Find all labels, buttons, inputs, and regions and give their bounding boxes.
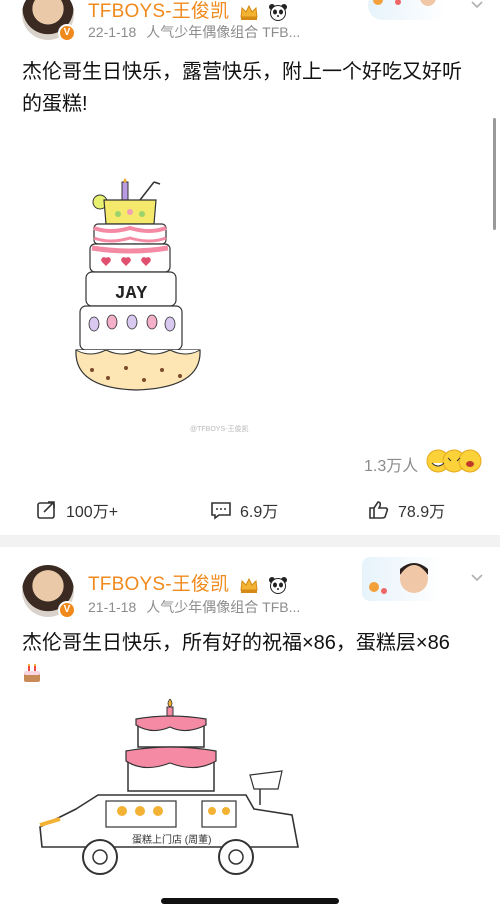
- verified-badge-icon: V: [58, 24, 76, 42]
- repost-count: 100万+: [66, 504, 119, 521]
- author-avatar[interactable]: V: [22, 565, 76, 619]
- decorative-card-badge[interactable]: [362, 557, 442, 601]
- cake-label-text: JAY: [115, 284, 148, 304]
- person-head: [135, 806, 145, 816]
- chip-dot: [106, 376, 110, 380]
- verified-badge-icon: V: [58, 601, 76, 619]
- post-text-line: 的蛋糕!: [22, 93, 88, 115]
- balloon-decor: [146, 314, 158, 330]
- scrollbar[interactable]: [493, 118, 496, 230]
- post-text-line: 杰伦哥生日快乐，露营快乐，附上一个好吃又好听: [22, 61, 462, 83]
- chevron-down-icon[interactable]: [470, 0, 484, 12]
- weibo-post: V TFBOYS-王俊凯 22-1-18 人气少年偶像组合 TFB... 杰伦哥生…: [0, 0, 500, 535]
- post-text: 杰伦哥生日快乐，所有好的祝福×86，蛋糕层×86: [22, 627, 492, 659]
- like-count: 78.9万: [398, 504, 446, 521]
- chip-dot: [160, 368, 164, 372]
- candle: [121, 181, 129, 201]
- author-name-text: TFBOYS-王俊凯: [88, 1, 230, 22]
- cake-drawing-image[interactable]: JAY: [70, 178, 210, 394]
- author-avatar[interactable]: V: [22, 0, 76, 42]
- panda-badge-icon: [269, 3, 288, 21]
- image-watermark: @TFBOYS-王俊凯: [190, 426, 249, 433]
- post-source: 人气少年偶像组合 TFB...: [146, 24, 301, 40]
- post-date: 22-1-18: [88, 24, 137, 40]
- comment-icon: [211, 502, 231, 520]
- wheel: [82, 839, 118, 875]
- crown-badge-icon: [240, 577, 258, 593]
- decor-dot: [115, 211, 121, 217]
- author-name-text: TFBOYS-王俊凯: [88, 574, 230, 595]
- wheel: [218, 839, 254, 875]
- balloon-decor: [106, 314, 118, 330]
- balloon-decor: [126, 314, 138, 330]
- author-name[interactable]: TFBOYS-王俊凯: [88, 569, 288, 596]
- chip-dot: [124, 366, 128, 370]
- crown-badge-icon: [240, 4, 258, 20]
- chip-dot: [142, 378, 146, 382]
- straw: [139, 181, 155, 201]
- balloon-decor: [88, 316, 100, 332]
- post-date: 21-1-18: [88, 599, 137, 615]
- repost-icon: [37, 501, 55, 519]
- decor-dot: [127, 209, 133, 215]
- like-summary[interactable]: 1.3万人: [364, 452, 418, 476]
- cake-base: [75, 349, 201, 391]
- truck-window: [201, 800, 237, 828]
- post-source: 人气少年偶像组合 TFB...: [146, 599, 301, 615]
- decorative-card-badge[interactable]: [368, 0, 446, 20]
- reaction-emoji-icon: [426, 449, 482, 473]
- chevron-down-icon[interactable]: [470, 571, 484, 585]
- person-head: [208, 807, 216, 815]
- decor-dot: [139, 211, 145, 217]
- post-text-line: 杰伦哥生日快乐，所有好的祝福×86，蛋糕层×86: [22, 632, 450, 654]
- chip-dot: [178, 374, 182, 378]
- cake-truck-drawing-image[interactable]: 蛋糕上门店 (周董): [36, 697, 302, 897]
- home-indicator[interactable]: [161, 898, 339, 904]
- post-meta: 22-1-18 人气少年偶像组合 TFB...: [88, 22, 300, 42]
- post-meta: 21-1-18 人气少年偶像组合 TFB...: [88, 597, 300, 617]
- balloon-decor: [164, 316, 176, 332]
- comment-button[interactable]: 6.9万: [210, 490, 278, 530]
- like-button[interactable]: 78.9万: [368, 490, 445, 530]
- chip-dot: [90, 368, 94, 372]
- author-name[interactable]: TFBOYS-王俊凯: [88, 0, 288, 23]
- post-action-bar: 100万+ 6.9万 78.9万: [0, 490, 500, 530]
- weibo-post: V TFBOYS-王俊凯 21-1-18 人气少年偶像组合 TFB... 杰伦哥生…: [0, 547, 500, 916]
- person-head: [117, 806, 127, 816]
- repost-button[interactable]: 100万+: [36, 490, 118, 530]
- candle-flame: [167, 698, 173, 708]
- post-text: 杰伦哥生日快乐，露营快乐，附上一个好吃又好听 的蛋糕!: [22, 56, 482, 120]
- post-divider: [0, 535, 500, 547]
- straw: [153, 181, 161, 185]
- comment-count: 6.9万: [240, 504, 279, 521]
- truck-text: 蛋糕上门店 (周董): [132, 833, 211, 846]
- sign-board: [249, 770, 283, 790]
- person-head: [222, 807, 230, 815]
- cake-emoji-icon: [24, 663, 40, 682]
- person-head: [153, 806, 163, 816]
- like-icon: [369, 501, 389, 519]
- panda-badge-icon: [269, 576, 288, 594]
